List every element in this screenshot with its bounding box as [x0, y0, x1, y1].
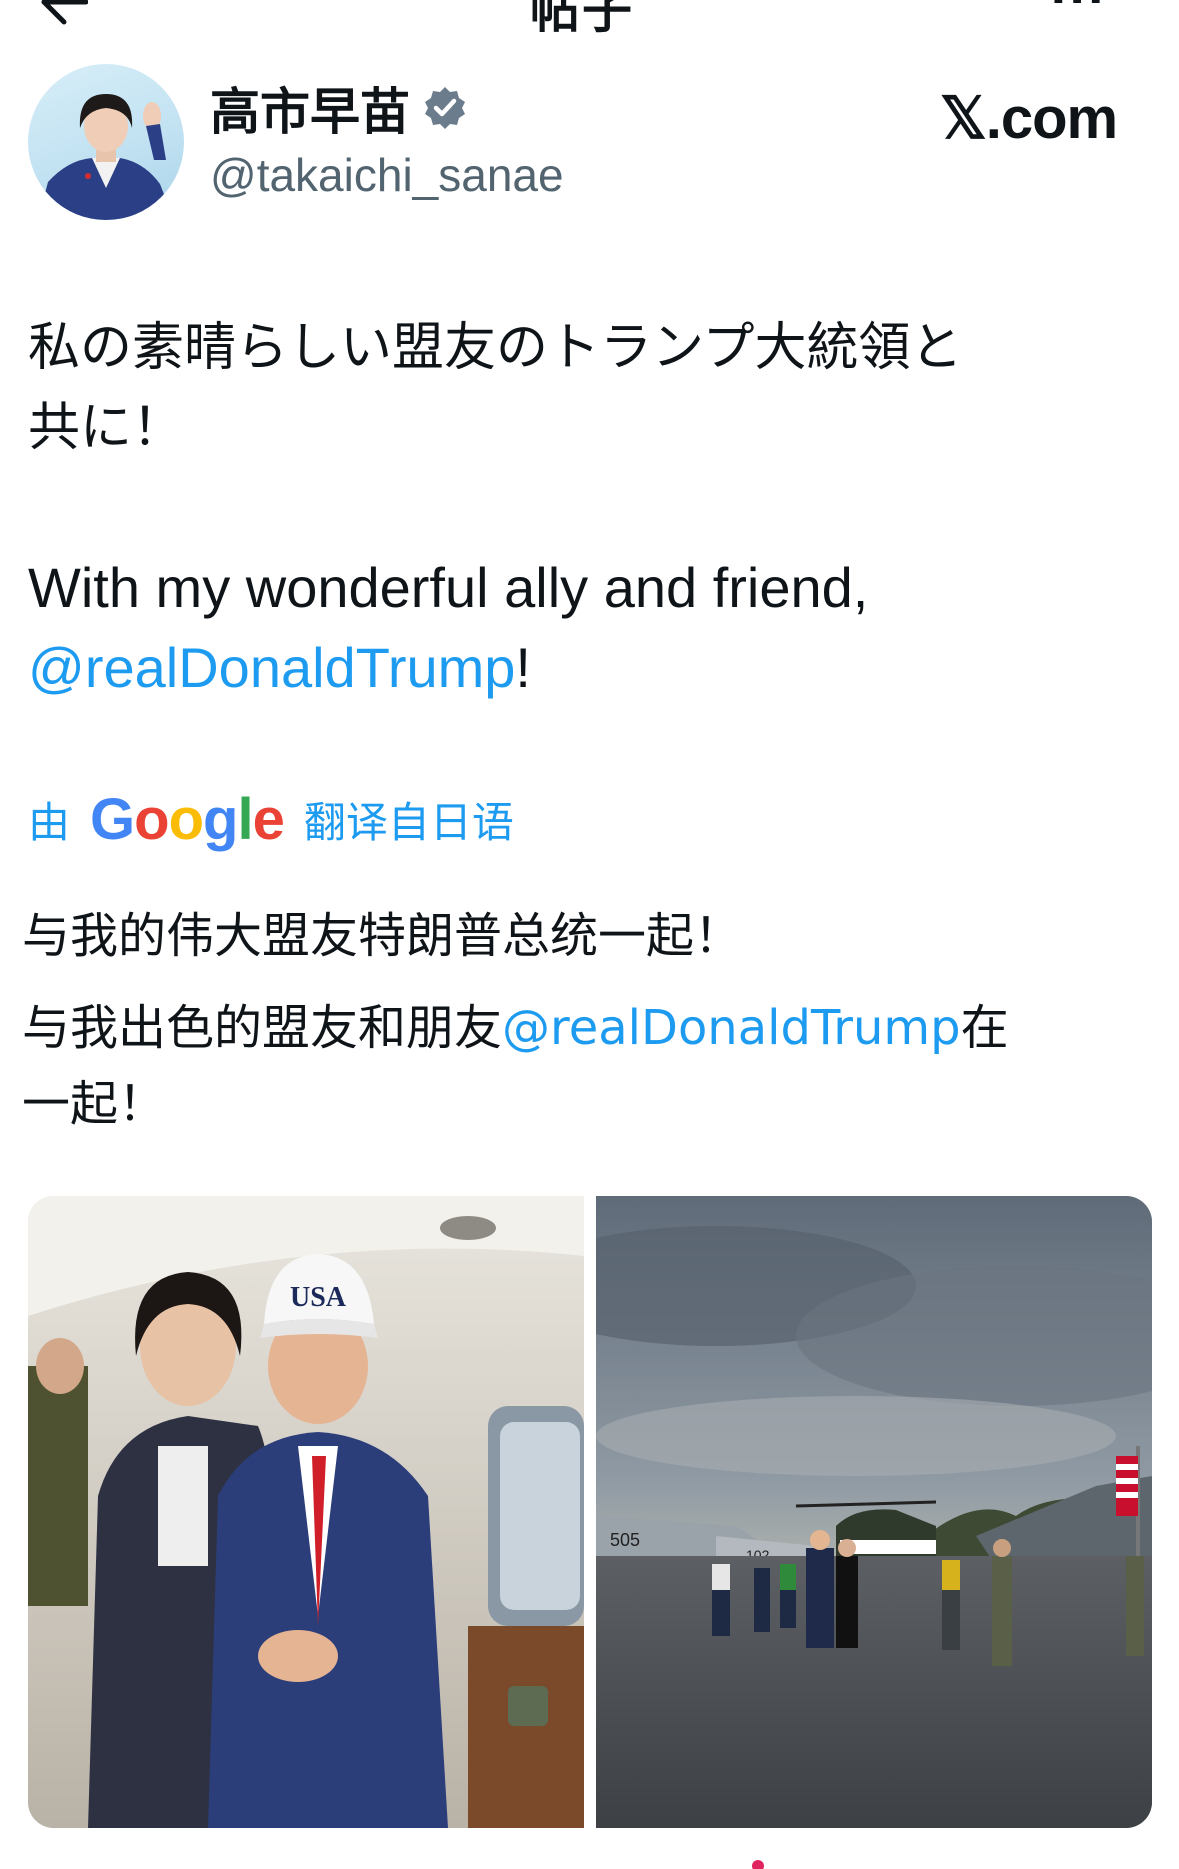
translated-paragraph-2: 与我出色的盟友和朋友@realDonaldTrump在 一起！	[22, 990, 1152, 1142]
post-text-japanese: 私の素晴らしい盟友のトランプ大統領と 共に！	[28, 308, 1148, 468]
jp-line-2: 共に！	[28, 398, 185, 458]
translate-prefix: 由	[28, 797, 71, 847]
google-logo: Google	[90, 786, 285, 852]
translate-suffix: 翻译自日语	[303, 797, 514, 847]
translated-line-2: 与我出色的盟友和朋友@realDonaldTrump在	[22, 990, 1152, 1066]
translated-mention-link[interactable]: @realDonaldTrump	[502, 1000, 961, 1056]
display-name[interactable]: 高市早苗	[210, 72, 410, 144]
page-title: 帖子	[530, 0, 634, 39]
post-detail-page: 帖子 ··· 高市早苗 @takaichi_sanae 𝕏.c	[0, 0, 1179, 1869]
en-line-1: With my wonderful ally and friend,	[28, 556, 869, 619]
en-suffix: !	[515, 636, 531, 699]
author-name-row: 高市早苗	[210, 76, 468, 141]
cap-text: USA	[290, 1282, 347, 1313]
top-bar: 帖子 ···	[0, 0, 1179, 40]
more-icon[interactable]: ···	[1050, 0, 1106, 22]
post-image-1[interactable]: USA	[28, 1196, 584, 1828]
post-text-english: With my wonderful ally and friend, @real…	[28, 548, 1148, 708]
avatar[interactable]	[28, 64, 184, 220]
like-icon[interactable]	[752, 1860, 764, 1869]
en-line-2: @realDonaldTrump!	[28, 628, 1148, 708]
author-handle[interactable]: @takaichi_sanae	[210, 148, 564, 202]
translation-attribution[interactable]: 由 Google 翻译自日语	[28, 786, 514, 852]
jp-line-1: 私の素晴らしい盟友のトランプ大統領と	[28, 318, 963, 378]
translated-line-3: 一起！	[22, 1076, 167, 1132]
translated-line-2-text: 与我出色的盟友和朋友	[22, 1000, 503, 1056]
post-image-2[interactable]: 505 102	[596, 1196, 1152, 1828]
x-logo: 𝕏.com	[940, 86, 1118, 151]
jet-number-1: 505	[610, 1530, 640, 1550]
translated-line-1: 与我的伟大盟友特朗普总统一起！	[22, 908, 743, 964]
mention-link[interactable]: @realDonaldTrump	[28, 636, 515, 699]
translated-line-2-post: 在	[960, 1000, 1009, 1056]
verified-badge-icon	[425, 87, 465, 129]
back-arrow-icon[interactable]	[34, 0, 88, 26]
